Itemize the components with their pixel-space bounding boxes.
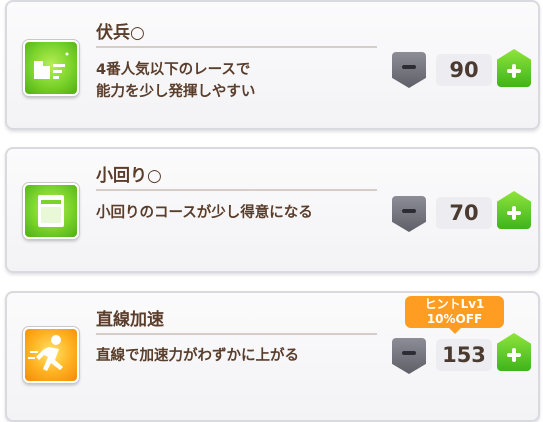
decrease-button[interactable] [392, 52, 426, 88]
divider [96, 333, 377, 335]
skill-description: 4番人気以下のレースで 能力を少し発揮しやすい [96, 59, 386, 103]
skill-cost-value: 90 [436, 54, 492, 86]
skill-description-line: 能力を少し発揮しやすい [96, 84, 256, 100]
hint-level-label: ヒントLv1 [424, 297, 485, 311]
hint-discount-label: 10%OFF [426, 312, 483, 326]
skill-description-line: 小回りのコースが少し得意になる [96, 205, 313, 221]
increase-button[interactable] [497, 333, 531, 371]
skill-description-line: 直線で加速力がわずかに上がる [96, 348, 299, 364]
skill-description: 小回りのコースが少し得意になる [96, 202, 386, 224]
document-icon [23, 183, 79, 239]
hint-discount-badge: ヒントLv1 10%OFF [405, 296, 504, 334]
skill-description: 直線で加速力がわずかに上がる [96, 345, 386, 367]
skill-description-line: 4番人気以下のレースで [96, 62, 251, 78]
skill-title: 伏兵○ [96, 23, 145, 43]
running-figure-icon [23, 327, 79, 383]
skill-card-fukuhei[interactable]: 伏兵○ 4番人気以下のレースで 能力を少し発揮しやすい 90 [5, 0, 540, 130]
skill-title: 直線加速 [96, 310, 164, 330]
skill-card-komawari[interactable]: 小回り○ 小回りのコースが少し得意になる 70 [5, 147, 540, 273]
skill-cost-value: 153 [436, 339, 492, 371]
decrease-button[interactable] [392, 196, 426, 232]
decrease-button[interactable] [392, 338, 426, 374]
skill-title: 小回り○ [96, 166, 162, 186]
gear-speed-icon [23, 40, 79, 96]
skill-cost-value: 70 [436, 197, 492, 229]
increase-button[interactable] [497, 49, 531, 87]
divider [96, 189, 377, 191]
increase-button[interactable] [497, 191, 531, 229]
divider [96, 46, 377, 48]
